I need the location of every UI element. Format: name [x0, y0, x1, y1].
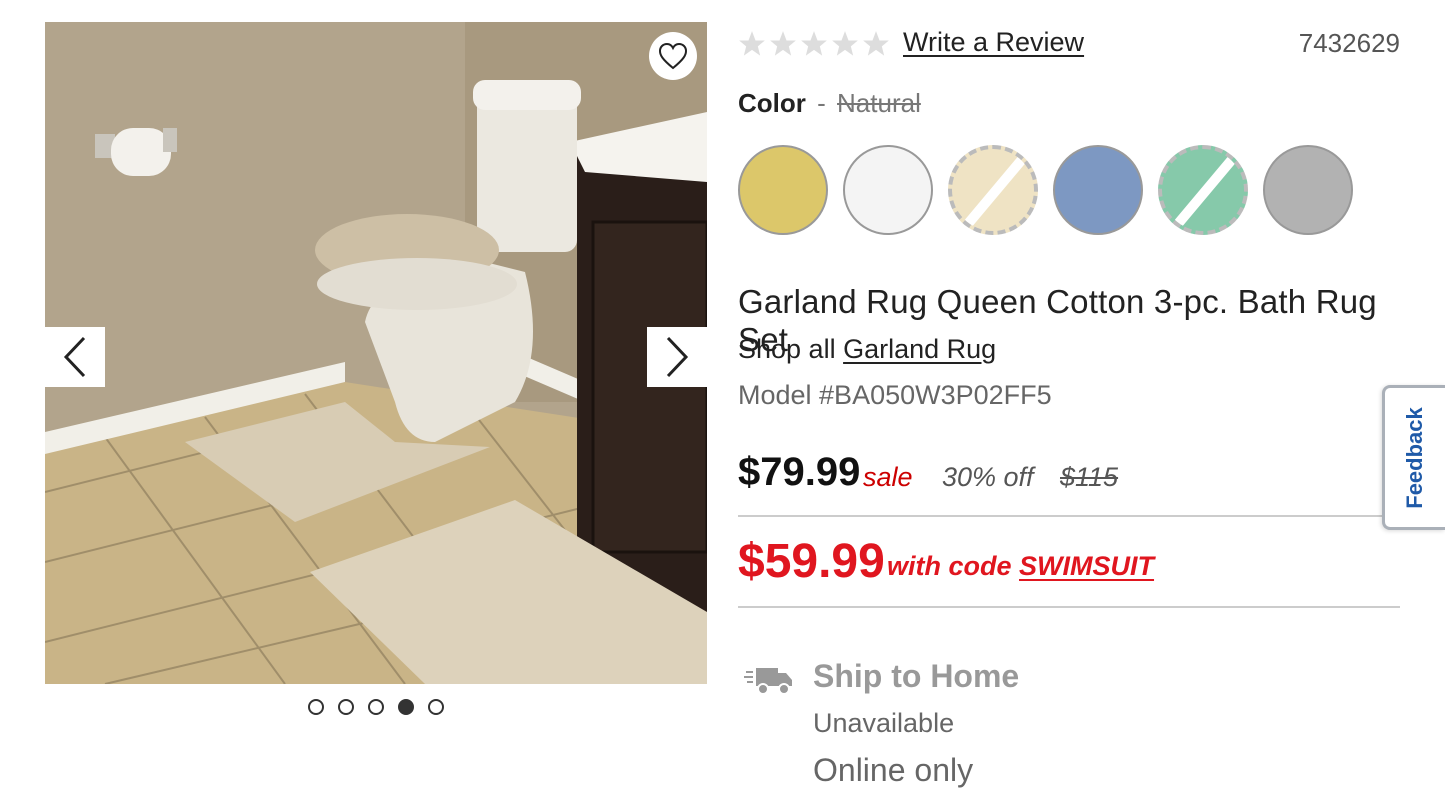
- gallery-dot-2[interactable]: [338, 699, 354, 715]
- promo-price-row: $59.99 with code SWIMSUIT: [738, 534, 1400, 594]
- current-price: $79.99: [738, 450, 861, 494]
- gallery-dot-5[interactable]: [428, 699, 444, 715]
- selected-color-value: Natural: [837, 88, 921, 118]
- color-swatch-4[interactable]: [1053, 145, 1143, 235]
- ship-to-home-title: Ship to Home: [813, 658, 1020, 694]
- unavailable-slash-icon: [956, 151, 1030, 231]
- ship-to-home-status: Unavailable: [813, 708, 955, 738]
- unavailable-slash-icon: [1166, 151, 1240, 231]
- color-separator: -: [817, 88, 826, 118]
- gallery-pagination: [308, 699, 444, 715]
- promo-text: with code SWIMSUIT: [887, 551, 1154, 582]
- chevron-left-icon: [63, 336, 86, 378]
- gallery-dot-4[interactable]: [398, 699, 414, 715]
- color-swatch-1[interactable]: [738, 145, 828, 235]
- product-details: Write a Review 7432629 Color - Natural G…: [738, 0, 1400, 792]
- color-swatch-3[interactable]: [948, 145, 1038, 235]
- product-image-gallery[interactable]: [45, 22, 707, 684]
- feedback-tab[interactable]: Feedback: [1382, 385, 1445, 530]
- model-number: Model #BA050W3P02FF5: [738, 380, 1052, 410]
- star-icon: [739, 31, 765, 56]
- shop-all-brand: Shop all Garland Rug: [738, 334, 996, 365]
- heart-outline-icon: [658, 42, 688, 70]
- product-photo: [45, 22, 707, 684]
- brand-link[interactable]: Garland Rug: [843, 334, 996, 364]
- color-swatch-2[interactable]: [843, 145, 933, 235]
- star-icon: [801, 31, 827, 56]
- chevron-right-icon: [666, 336, 689, 378]
- color-swatch-6[interactable]: [1263, 145, 1353, 235]
- product-sku: 7432629: [1298, 28, 1400, 58]
- divider: [738, 515, 1400, 517]
- divider: [738, 606, 1400, 608]
- sale-label: sale: [863, 462, 913, 492]
- favorite-button[interactable]: [649, 32, 697, 80]
- next-image-button[interactable]: [647, 327, 707, 387]
- gallery-dot-3[interactable]: [368, 699, 384, 715]
- color-selection-label: Color - Natural: [738, 88, 921, 119]
- online-only-note: Online only: [813, 752, 974, 788]
- color-label: Color: [738, 88, 806, 118]
- delivery-truck-icon: [744, 668, 792, 695]
- star-icon: [832, 31, 858, 56]
- discount-percent: 30% off: [942, 462, 1034, 492]
- rating-row: Write a Review 7432629: [738, 24, 1400, 64]
- promo-price: $59.99: [738, 535, 885, 588]
- color-swatches: [738, 145, 1353, 235]
- star-icon: [863, 31, 889, 56]
- promo-prefix: with code: [887, 551, 1012, 581]
- star-rating: [738, 30, 890, 58]
- feedback-label: Feedback: [1402, 406, 1427, 509]
- shop-all-prefix: Shop all: [738, 334, 836, 364]
- original-price: $115: [1060, 462, 1119, 492]
- gallery-dot-1[interactable]: [308, 699, 324, 715]
- star-icon: [770, 31, 796, 56]
- write-review-link[interactable]: Write a Review: [903, 27, 1084, 58]
- previous-image-button[interactable]: [45, 327, 105, 387]
- promo-code-link[interactable]: SWIMSUIT: [1019, 551, 1154, 581]
- price-row: $79.99 sale 30% off $115: [738, 450, 1400, 510]
- color-swatch-5[interactable]: [1158, 145, 1248, 235]
